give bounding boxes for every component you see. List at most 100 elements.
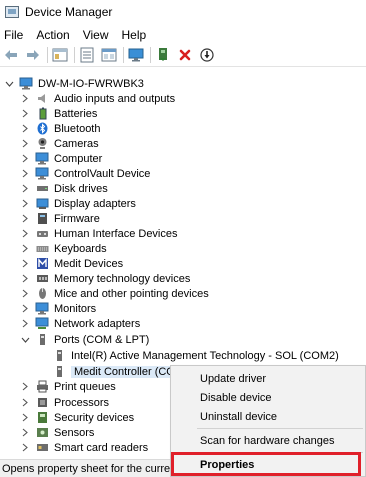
menu-update-driver[interactable]: Update driver (171, 369, 365, 389)
processor-icon (35, 396, 49, 410)
chevron-right-icon[interactable] (20, 211, 30, 226)
tree-item-smart-card-readers[interactable]: Smart card readers (20, 440, 148, 455)
tree-item-label: Network adapters (54, 317, 141, 330)
chevron-right-icon[interactable] (20, 136, 30, 151)
chevron-right-icon[interactable] (20, 181, 30, 196)
chevron-right-icon[interactable] (20, 301, 30, 316)
menu-help[interactable]: Help (122, 28, 147, 42)
sensor-icon (35, 426, 49, 440)
tree-item-label: Cameras (54, 137, 99, 150)
port-icon (52, 365, 66, 379)
tree-item-audio[interactable]: Audio inputs and outputs (20, 91, 175, 106)
tree-item-memory[interactable]: Memory technology devices (20, 271, 190, 286)
tree-item-label: Batteries (54, 107, 98, 120)
uninstall-icon[interactable] (176, 46, 194, 64)
tree-item-controlvault[interactable]: ControlVault Device (20, 166, 150, 181)
help-icon[interactable] (100, 46, 118, 64)
chevron-right-icon[interactable] (20, 379, 30, 394)
tree-item-label: ControlVault Device (54, 167, 151, 180)
speaker-icon (35, 92, 49, 106)
toolbar-separator (74, 47, 75, 63)
tree-item-network-adapters[interactable]: Network adapters (20, 316, 140, 331)
forward-arrow-icon[interactable] (24, 46, 42, 64)
chevron-right-icon[interactable] (20, 241, 30, 256)
tree-item-ports[interactable]: Ports (COM & LPT) (20, 332, 149, 347)
properties-highlight-box (171, 452, 361, 476)
tree-item-batteries[interactable]: Batteries (20, 106, 97, 121)
chevron-right-icon[interactable] (20, 316, 30, 331)
tree-item-hid[interactable]: Human Interface Devices (20, 226, 178, 241)
tree-item-label: Keyboards (54, 242, 107, 255)
show-hide-console-tree-icon[interactable] (51, 46, 69, 64)
disk-drive-icon (35, 182, 49, 196)
disable-device-icon[interactable] (198, 46, 216, 64)
chevron-down-icon[interactable] (20, 332, 30, 347)
tree-item-monitors[interactable]: Monitors (20, 301, 96, 316)
chevron-right-icon[interactable] (20, 166, 30, 181)
tree-root-computer[interactable]: DW-M-IO-FWRWBK3 (4, 76, 144, 91)
chevron-right-icon[interactable] (20, 395, 30, 410)
window-title: Device Manager (25, 5, 113, 19)
chevron-right-icon[interactable] (20, 425, 30, 440)
tree-item-display-adapters[interactable]: Display adapters (20, 196, 136, 211)
port-icon (35, 333, 49, 347)
tree-item-sensors[interactable]: Sensors (20, 425, 94, 440)
chevron-right-icon[interactable] (20, 410, 30, 425)
menu-file[interactable]: File (4, 28, 23, 42)
port-icon (52, 349, 66, 363)
toolbar-separator (123, 47, 124, 63)
menu-view[interactable]: View (83, 28, 109, 42)
tree-item-keyboards[interactable]: Keyboards (20, 241, 107, 256)
status-text: Opens property sheet for the current s (2, 462, 188, 475)
tree-item-label: Intel(R) Active Management Technology - … (71, 349, 339, 362)
memory-icon (35, 272, 49, 286)
tree-item-medit-controller[interactable]: Medit Controller (COM (52, 364, 188, 379)
chevron-right-icon[interactable] (20, 121, 30, 136)
menu-disable-device[interactable]: Disable device (171, 388, 365, 408)
printer-icon (35, 380, 49, 394)
tree-item-label: Security devices (54, 411, 135, 424)
bluetooth-icon (35, 122, 49, 136)
tree-item-medit-devices[interactable]: Medit Devices (20, 256, 123, 271)
chevron-right-icon[interactable] (20, 196, 30, 211)
tree-item-computer[interactable]: Computer (20, 151, 102, 166)
menu-action[interactable]: Action (36, 28, 69, 42)
security-icon (35, 411, 49, 425)
tree-item-label: Sensors (54, 426, 95, 439)
tree-item-label: Print queues (54, 380, 116, 393)
tree-item-processors[interactable]: Processors (20, 395, 109, 410)
smartcard-icon (35, 441, 49, 455)
chevron-right-icon[interactable] (20, 256, 30, 271)
scan-hardware-icon[interactable] (127, 46, 145, 64)
chevron-right-icon[interactable] (20, 440, 30, 455)
menu-uninstall-device[interactable]: Uninstall device (171, 407, 365, 427)
mouse-icon (35, 287, 49, 301)
chevron-right-icon[interactable] (20, 106, 30, 121)
menu-scan-hardware-changes[interactable]: Scan for hardware changes (171, 431, 365, 451)
tree-item-label: Ports (COM & LPT) (54, 333, 150, 346)
chevron-right-icon[interactable] (20, 271, 30, 286)
update-driver-icon[interactable] (154, 46, 172, 64)
chevron-right-icon[interactable] (20, 151, 30, 166)
chevron-right-icon[interactable] (20, 226, 30, 241)
keyboard-icon (35, 242, 49, 256)
device-manager-icon (5, 6, 19, 18)
tree-item-intel-amt-sol[interactable]: Intel(R) Active Management Technology - … (52, 348, 339, 363)
tree-item-label: Medit Devices (54, 257, 124, 270)
chevron-right-icon[interactable] (20, 286, 30, 301)
tree-item-firmware[interactable]: Firmware (20, 211, 100, 226)
tree-item-cameras[interactable]: Cameras (20, 136, 99, 151)
properties-icon[interactable] (78, 46, 96, 64)
chevron-right-icon[interactable] (20, 91, 30, 106)
tree-item-label: Memory technology devices (54, 272, 191, 285)
tree-item-mice[interactable]: Mice and other pointing devices (20, 286, 209, 301)
tree-item-security-devices[interactable]: Security devices (20, 410, 134, 425)
chevron-down-icon[interactable] (4, 76, 14, 91)
tree-item-print-queues[interactable]: Print queues (20, 379, 116, 394)
tree-item-label: Smart card readers (54, 441, 149, 454)
tree-item-label: Human Interface Devices (54, 227, 178, 240)
tree-item-label: Display adapters (54, 197, 136, 210)
tree-item-disk-drives[interactable]: Disk drives (20, 181, 108, 196)
tree-item-bluetooth[interactable]: Bluetooth (20, 121, 100, 136)
back-arrow-icon[interactable] (2, 46, 20, 64)
